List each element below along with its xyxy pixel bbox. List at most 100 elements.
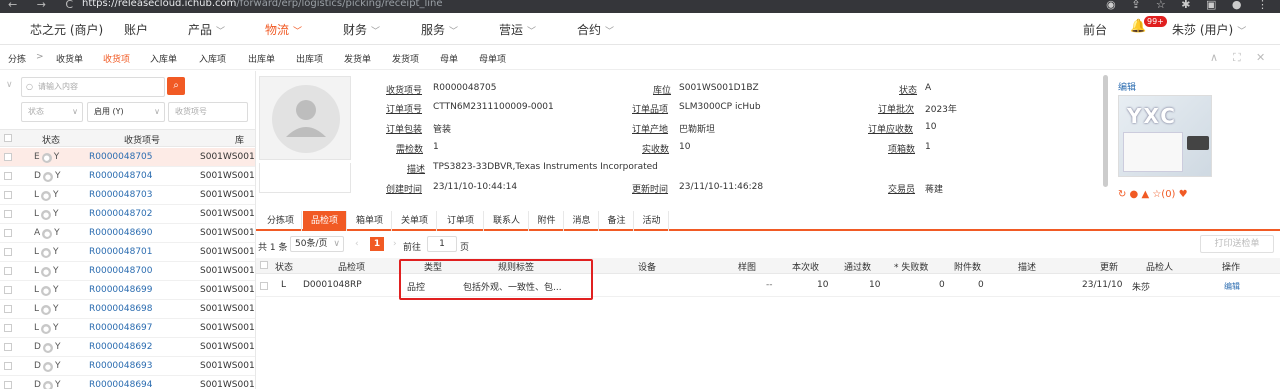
search-button[interactable]: ⌕: [167, 77, 185, 95]
row-checkbox[interactable]: [4, 324, 12, 332]
browser-nav-icons[interactable]: ← → C: [8, 0, 81, 11]
row-checkbox[interactable]: [4, 153, 12, 161]
receipt-no-link[interactable]: R0000048690: [89, 228, 153, 238]
subtab-receipt-line[interactable]: 收货项: [103, 52, 130, 65]
subtab-inbound[interactable]: 入库单: [150, 52, 177, 65]
list-item[interactable]: D ● Y R0000048694 S001WS001I: [0, 376, 255, 389]
tab-inspection-items[interactable]: 品检项: [303, 211, 347, 231]
row-checkbox[interactable]: [4, 286, 12, 294]
subtab-outbound-line[interactable]: 出库项: [296, 52, 323, 65]
receipt-no-link[interactable]: R0000048697: [89, 323, 153, 333]
collapse-icon[interactable]: ∧: [1210, 51, 1218, 64]
subtab-inbound-line[interactable]: 入库项: [199, 52, 226, 65]
tab-order-items[interactable]: 订单项: [438, 211, 484, 231]
nav-label: 服务: [421, 23, 446, 37]
nav-finance[interactable]: 财务 ﹀: [343, 21, 380, 38]
list-item[interactable]: L ● Y R0000048698 S001WS001I: [0, 300, 255, 319]
address-bar[interactable]: https://releasecloud.ichub.com/forward/e…: [82, 0, 443, 9]
status-dot-icon: ●: [41, 191, 52, 201]
row-checkbox[interactable]: [4, 305, 12, 313]
row-checkbox[interactable]: [4, 343, 12, 351]
row-checkbox[interactable]: [4, 229, 12, 237]
close-icon[interactable]: ✕: [1256, 51, 1265, 64]
list-item[interactable]: L ● Y R0000048702 S001WS001I: [0, 205, 255, 224]
row-checkbox[interactable]: [4, 210, 12, 218]
fullscreen-icon[interactable]: ⛶: [1233, 51, 1241, 65]
receipt-no-link[interactable]: R0000048702: [89, 209, 153, 219]
nav-product[interactable]: 产品 ﹀: [188, 21, 225, 38]
subtab-master[interactable]: 母单: [440, 52, 458, 65]
edit-link[interactable]: 编辑: [1118, 80, 1136, 93]
list-item[interactable]: E ● Y R0000048705 S001WS001I: [0, 148, 255, 167]
tab-customs-items[interactable]: 关单项: [393, 211, 437, 231]
nav-service[interactable]: 服务 ﹀: [421, 21, 458, 38]
nav-account[interactable]: 账户: [124, 21, 148, 38]
chevron-down-icon[interactable]: ∨: [6, 80, 13, 90]
page-size-select[interactable]: 50条/页 ∨: [290, 236, 344, 252]
list-item[interactable]: D ● Y R0000048693 S001WS001I: [0, 357, 255, 376]
tab-messages[interactable]: 消息: [565, 211, 599, 231]
row-checkbox[interactable]: [4, 267, 12, 275]
subtab-sorting[interactable]: 分拣: [8, 52, 26, 65]
nav-operations[interactable]: 营运 ﹀: [499, 21, 536, 38]
receipt-no-link[interactable]: R0000048703: [89, 190, 153, 200]
list-item[interactable]: D ● Y R0000048692 S001WS001I: [0, 338, 255, 357]
select-all-checkbox[interactable]: [4, 134, 12, 142]
list-item[interactable]: L ● Y R0000048703 S001WS001I: [0, 186, 255, 205]
search-input[interactable]: ○ 请输入内容: [21, 77, 165, 97]
goto-page-input[interactable]: 1: [427, 236, 457, 252]
list-item[interactable]: A ● Y R0000048690 S001WS001I: [0, 224, 255, 243]
select-all-checkbox[interactable]: [260, 261, 268, 269]
list-item[interactable]: L ● Y R0000048701 S001WS001I: [0, 243, 255, 262]
receipt-no-link[interactable]: R0000048705: [89, 152, 153, 162]
print-inspection-button[interactable]: 打印送检单: [1200, 235, 1274, 253]
tab-notes[interactable]: 备注: [600, 211, 634, 231]
receipt-no-link[interactable]: R0000048693: [89, 361, 153, 371]
receipt-no-link[interactable]: R0000048692: [89, 342, 153, 352]
row-checkbox[interactable]: [260, 282, 268, 290]
detail-scrollbar[interactable]: [1103, 75, 1108, 187]
edit-row-link[interactable]: 编辑: [1224, 281, 1240, 292]
subtab-receipt[interactable]: 收货单: [56, 52, 83, 65]
status-filter-select[interactable]: 状态 ∨: [21, 102, 83, 122]
product-image[interactable]: YXC: [1118, 95, 1212, 177]
prev-page-icon[interactable]: ‹: [355, 239, 359, 249]
subtab-outbound[interactable]: 出库单: [248, 52, 275, 65]
row-checkbox[interactable]: [4, 362, 12, 370]
enabled-filter-select[interactable]: 启用 (Y) ∨: [87, 102, 165, 122]
receipt-no-filter-input[interactable]: 收货项号: [168, 102, 248, 122]
row-checkbox[interactable]: [4, 248, 12, 256]
field-box: 1: [925, 142, 931, 152]
nav-logistics[interactable]: 物流 ﹀: [265, 21, 302, 38]
tab-attachments[interactable]: 附件: [530, 211, 564, 231]
current-page[interactable]: 1: [370, 237, 384, 251]
tab-sorting-items[interactable]: 分拣项: [260, 211, 302, 231]
row-status: D ● Y: [34, 380, 60, 389]
browser-actions[interactable]: ◉ ⇪ ☆ ✱ ▣ ● ⋮: [1106, 0, 1274, 11]
receipt-no-link[interactable]: R0000048701: [89, 247, 153, 257]
tab-contacts[interactable]: 联系人: [485, 211, 529, 231]
company-switcher[interactable]: 芯之元 (商户): [30, 21, 103, 38]
tab-packing-items[interactable]: 箱单项: [348, 211, 392, 231]
subtab-delivery-line[interactable]: 发货项: [392, 52, 419, 65]
list-item[interactable]: D ● Y R0000048704 S001WS001I: [0, 167, 255, 186]
nav-contract[interactable]: 合约 ﹀: [577, 21, 614, 38]
subtab-delivery[interactable]: 发货单: [344, 52, 371, 65]
subtab-master-line[interactable]: 母单项: [479, 52, 506, 65]
tab-activity[interactable]: 活动: [635, 211, 669, 231]
receipt-no-link[interactable]: R0000048704: [89, 171, 153, 181]
row-checkbox[interactable]: [4, 191, 12, 199]
row-checkbox[interactable]: [4, 172, 12, 180]
receipt-no-link[interactable]: R0000048699: [89, 285, 153, 295]
front-desk-link[interactable]: 前台: [1083, 21, 1107, 38]
row-checkbox[interactable]: [4, 381, 12, 389]
next-page-icon[interactable]: ›: [393, 239, 397, 249]
receipt-no-link[interactable]: R0000048694: [89, 380, 153, 389]
list-item[interactable]: L ● Y R0000048700 S001WS001I: [0, 262, 255, 281]
user-menu[interactable]: 朱莎 (用户) ﹀: [1172, 21, 1246, 38]
social-actions[interactable]: ↻ ● ▲ ☆(0) ♥: [1118, 189, 1188, 200]
list-item[interactable]: L ● Y R0000048699 S001WS001I: [0, 281, 255, 300]
list-item[interactable]: L ● Y R0000048697 S001WS001I: [0, 319, 255, 338]
receipt-no-link[interactable]: R0000048698: [89, 304, 153, 314]
receipt-no-link[interactable]: R0000048700: [89, 266, 153, 276]
